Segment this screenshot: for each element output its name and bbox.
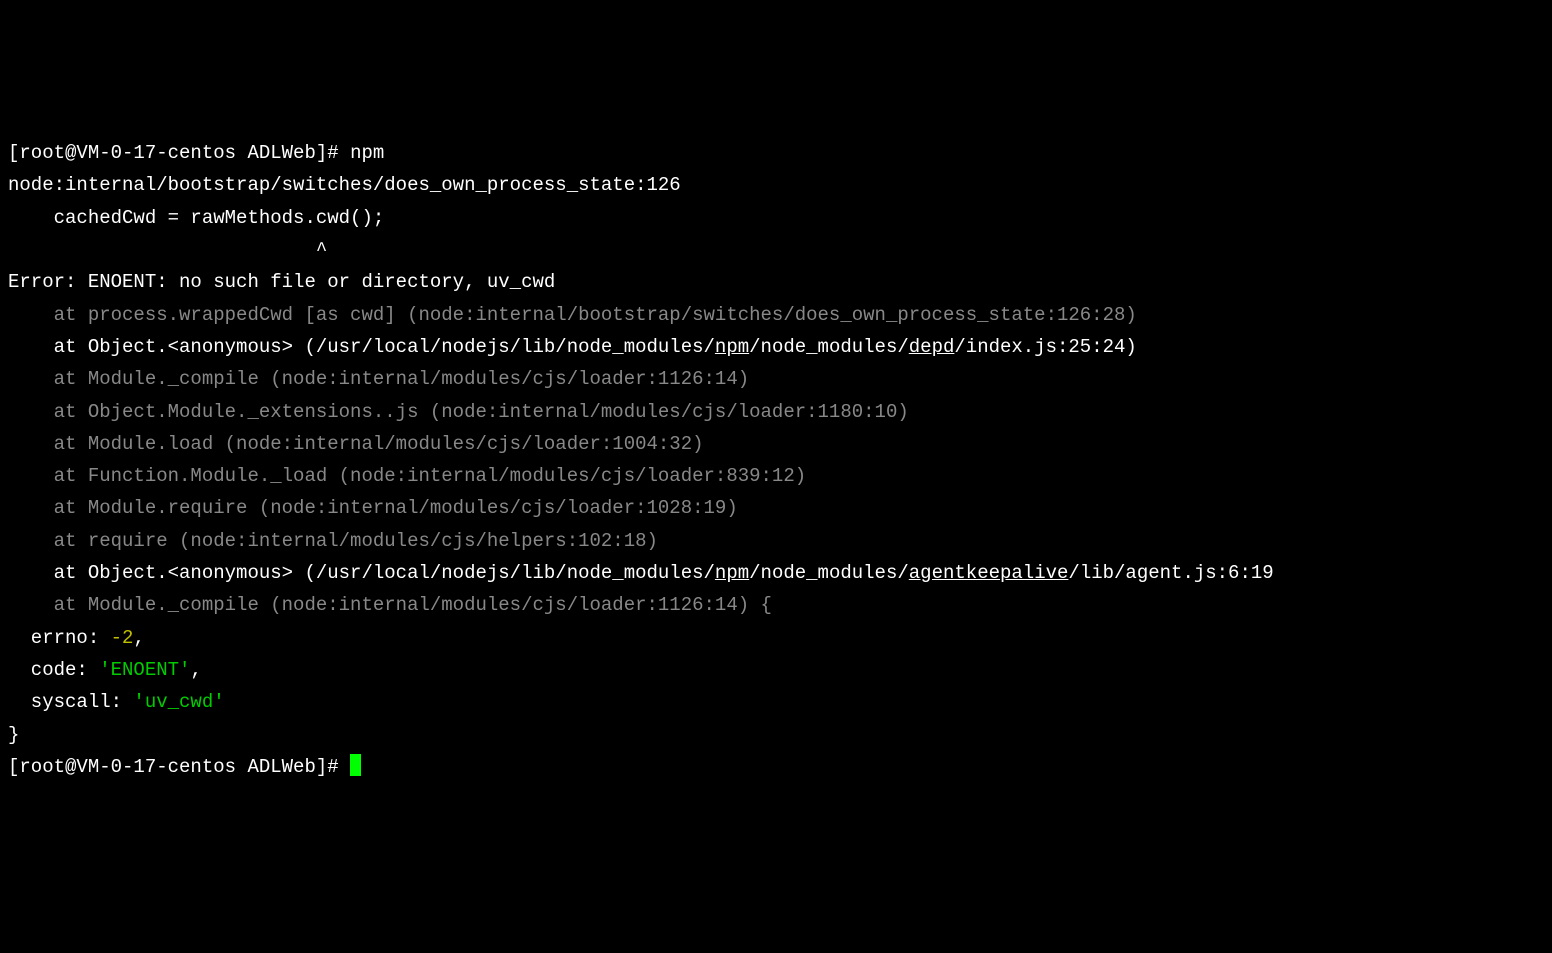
stack-frame: at Module._compile (node:internal/module… (8, 363, 1544, 395)
stack-frame: at Module._compile (node:internal/module… (8, 589, 1544, 621)
stack-frame: at Module.load (node:internal/modules/cj… (8, 428, 1544, 460)
code-line: code: 'ENOENT', (8, 654, 1544, 686)
stack-frame: at Object.<anonymous> (/usr/local/nodejs… (8, 331, 1544, 363)
syscall-label: syscall: (8, 691, 133, 713)
prompt-text: [root@VM-0-17-centos ADLWeb]# (8, 142, 350, 164)
errno-label: errno: (8, 627, 111, 649)
errno-value: -2 (111, 627, 134, 649)
stack-frame: at require (node:internal/modules/cjs/he… (8, 525, 1544, 557)
stack-frame: at process.wrappedCwd [as cwd] (node:int… (8, 299, 1544, 331)
code-context-line: cachedCwd = rawMethods.cwd(); (8, 202, 1544, 234)
trace-source: node:internal/bootstrap/switches/does_ow… (8, 169, 1544, 201)
prompt-text: [root@VM-0-17-centos ADLWeb]# (8, 756, 350, 778)
code-value: 'ENOENT' (99, 659, 190, 681)
stack-frame: at Function.Module._load (node:internal/… (8, 460, 1544, 492)
syscall-value: 'uv_cwd' (133, 691, 224, 713)
code-label: code: (8, 659, 99, 681)
closing-brace: } (8, 719, 1544, 751)
stack-frame: at Object.Module._extensions..js (node:i… (8, 396, 1544, 428)
error-message: Error: ENOENT: no such file or directory… (8, 266, 1544, 298)
stack-frame: at Object.<anonymous> (/usr/local/nodejs… (8, 557, 1544, 589)
prompt-line-1: [root@VM-0-17-centos ADLWeb]# npm (8, 137, 1544, 169)
cursor-block (350, 754, 361, 776)
typed-command: npm (350, 142, 384, 164)
stack-frame: at Module.require (node:internal/modules… (8, 492, 1544, 524)
prompt-line-2: [root@VM-0-17-centos ADLWeb]# (8, 751, 1544, 783)
errno-line: errno: -2, (8, 622, 1544, 654)
caret-pointer: ^ (8, 234, 1544, 266)
terminal[interactable]: [root@VM-0-17-centos ADLWeb]# npmnode:in… (8, 137, 1544, 783)
syscall-line: syscall: 'uv_cwd' (8, 686, 1544, 718)
